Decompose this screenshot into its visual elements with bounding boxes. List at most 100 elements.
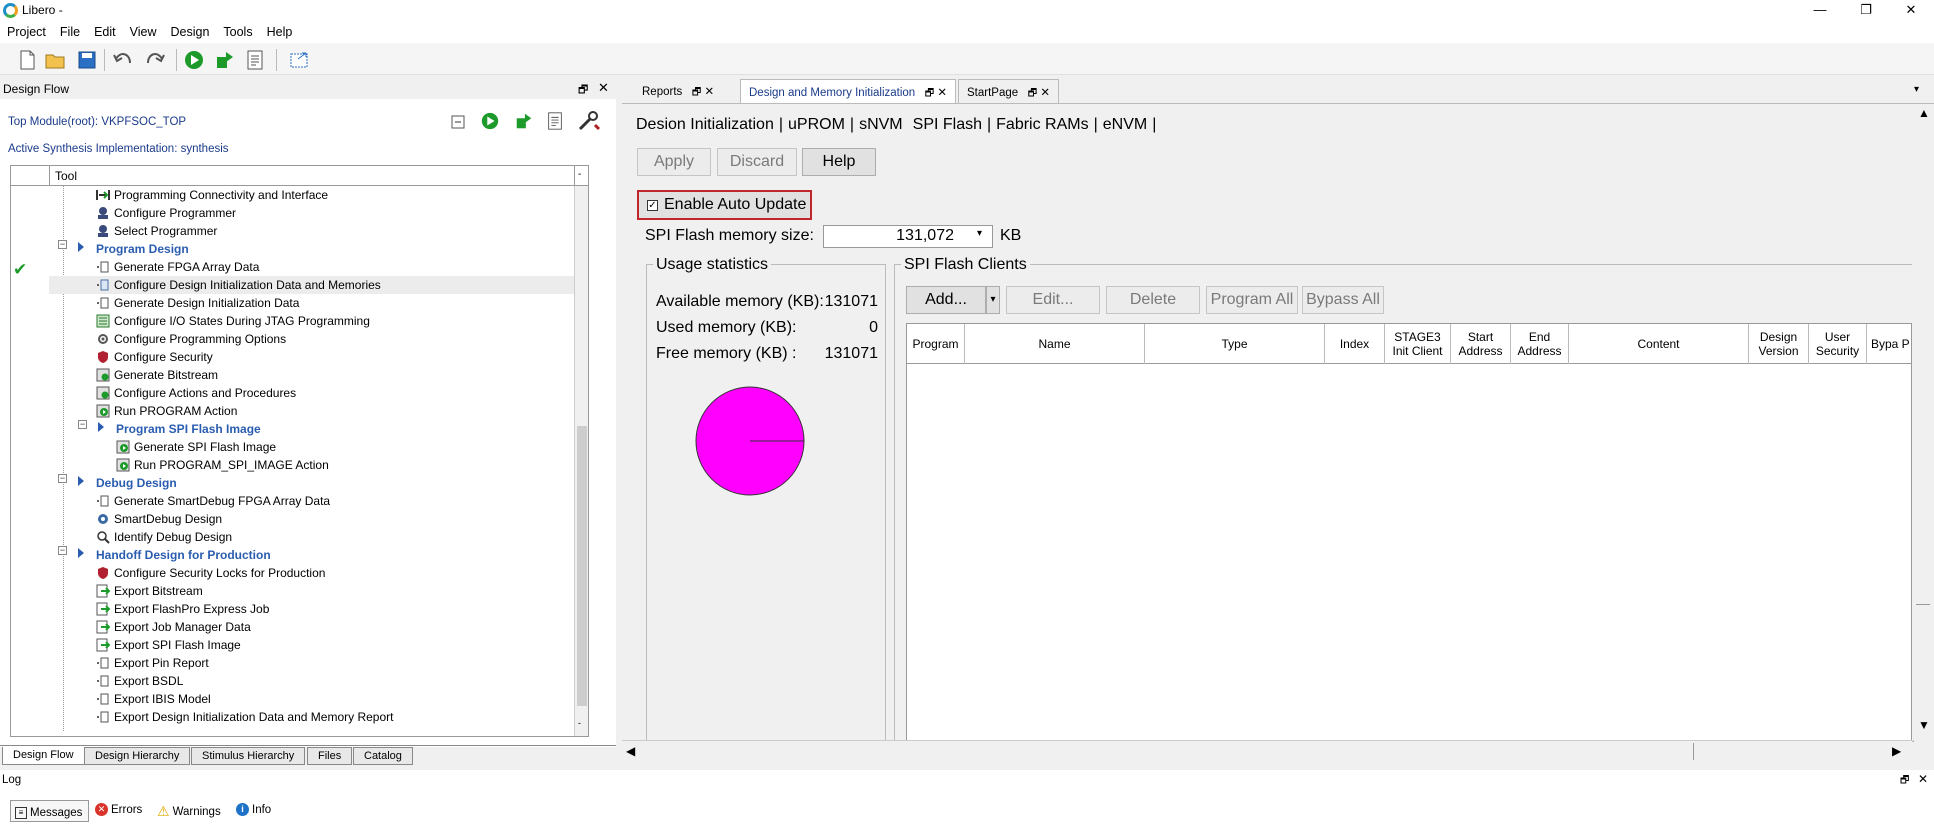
section-envm[interactable]: eNVM bbox=[1103, 116, 1147, 134]
collapse-toggle[interactable]: − bbox=[78, 420, 87, 429]
col-end-address[interactable]: End Address bbox=[1511, 324, 1569, 364]
tree-item[interactable]: Generate SmartDebug FPGA Array Data bbox=[96, 492, 330, 510]
category-debug-design[interactable]: Debug Design bbox=[96, 474, 177, 492]
help-button[interactable]: Help bbox=[802, 148, 876, 176]
menu-view[interactable]: View bbox=[123, 21, 164, 43]
content-vertical-scrollbar[interactable]: ▲ ▼ bbox=[1912, 104, 1934, 740]
close-button[interactable]: ✕ bbox=[1888, 0, 1934, 21]
program-all-button[interactable]: Program All bbox=[1206, 286, 1298, 314]
category-program-design[interactable]: Program Design bbox=[96, 240, 189, 258]
scroll-left-icon[interactable]: ◀ bbox=[626, 744, 635, 758]
section-uprom[interactable]: uPROM bbox=[788, 116, 845, 134]
close-tab-icon[interactable]: ✕ bbox=[1040, 87, 1050, 99]
enable-auto-update-checkbox[interactable]: ✓ Enable Auto Update bbox=[637, 190, 812, 220]
content-horizontal-scrollbar[interactable]: ◀ ▶ bbox=[622, 740, 1912, 762]
spi-size-select[interactable]: 131,072 ▾ bbox=[823, 225, 993, 248]
edit-client-button[interactable]: Edit... bbox=[1006, 286, 1100, 314]
tree-item[interactable]: Export BSDL bbox=[96, 672, 183, 690]
tab-list-menu-icon[interactable]: ▾ bbox=[1914, 84, 1919, 95]
col-type[interactable]: Type bbox=[1145, 324, 1325, 364]
col-name[interactable]: Name bbox=[965, 324, 1145, 364]
tree-item[interactable]: Run PROGRAM Action bbox=[96, 402, 237, 420]
add-dropdown-chevron-icon[interactable]: ▾ bbox=[986, 286, 1000, 314]
run-icon[interactable] bbox=[183, 49, 205, 71]
collapse-all-icon[interactable] bbox=[451, 115, 465, 129]
tab-design-hierarchy[interactable]: Design Hierarchy bbox=[84, 747, 191, 765]
tree-item-selected[interactable]: Configure Design Initialization Data and… bbox=[96, 276, 381, 294]
flow-report-icon[interactable] bbox=[545, 110, 565, 132]
doc-tab-design-memory-init[interactable]: Design and Memory Initialization 🗗 ✕ bbox=[740, 79, 957, 103]
collapse-toggle[interactable]: − bbox=[58, 474, 67, 483]
scroll-down-icon[interactable]: ▼ bbox=[1918, 718, 1930, 732]
report-icon[interactable] bbox=[244, 49, 266, 71]
log-tab-errors[interactable]: ✕ Errors bbox=[95, 803, 142, 816]
section-spi-flash[interactable]: SPI Flash bbox=[913, 116, 982, 134]
float-tab-icon[interactable]: 🗗 bbox=[925, 88, 934, 99]
tree-item[interactable]: Export Job Manager Data bbox=[96, 618, 251, 636]
tree-item[interactable]: Configure I/O States During JTAG Program… bbox=[96, 312, 370, 330]
scroll-up-icon[interactable]: ▲ bbox=[1918, 106, 1930, 120]
menu-design[interactable]: Design bbox=[163, 21, 216, 43]
tree-item[interactable]: Configure Programmer bbox=[96, 204, 236, 222]
tab-files[interactable]: Files bbox=[307, 747, 353, 765]
tree-item[interactable]: Export Bitstream bbox=[96, 582, 203, 600]
tree-item[interactable]: Identify Debug Design bbox=[96, 528, 232, 546]
float-panel-icon[interactable]: 🗗 bbox=[578, 81, 588, 100]
menu-file[interactable]: File bbox=[53, 21, 87, 43]
tree-item[interactable]: Export FlashPro Express Job bbox=[96, 600, 269, 618]
scroll-right-icon[interactable]: ▶ bbox=[1892, 744, 1901, 758]
tree-item[interactable]: SmartDebug Design bbox=[96, 510, 222, 528]
tree-item[interactable]: Generate FPGA Array Data bbox=[96, 258, 259, 276]
close-tab-icon[interactable]: ✕ bbox=[937, 87, 947, 99]
tab-catalog[interactable]: Catalog bbox=[353, 747, 413, 765]
log-tab-messages[interactable]: ≡ Messages bbox=[10, 800, 90, 822]
tree-item[interactable]: Export SPI Flash Image bbox=[96, 636, 241, 654]
menu-edit[interactable]: Edit bbox=[87, 21, 123, 43]
run-flow-icon[interactable] bbox=[480, 111, 500, 131]
delete-client-button[interactable]: Delete bbox=[1106, 286, 1200, 314]
tree-item[interactable]: Generate Design Initialization Data bbox=[96, 294, 299, 312]
menu-project[interactable]: Project bbox=[0, 21, 53, 43]
run-step-icon[interactable] bbox=[214, 49, 236, 71]
col-user-security[interactable]: User Security bbox=[1809, 324, 1867, 364]
float-log-icon[interactable]: 🗗 bbox=[1900, 773, 1909, 790]
close-panel-icon[interactable]: ✕ bbox=[598, 80, 609, 96]
tab-design-flow[interactable]: Design Flow bbox=[2, 747, 85, 765]
menu-tools[interactable]: Tools bbox=[216, 21, 259, 43]
minimize-button[interactable]: — bbox=[1797, 0, 1843, 21]
float-tab-icon[interactable]: 🗗 bbox=[692, 87, 701, 98]
section-snvm[interactable]: sNVM bbox=[859, 116, 903, 134]
menu-help[interactable]: Help bbox=[260, 21, 300, 43]
log-tab-warnings[interactable]: ⚠ Warnings bbox=[157, 803, 221, 820]
doc-tab-startpage[interactable]: StartPage 🗗 ✕ bbox=[958, 79, 1059, 103]
open-folder-icon[interactable] bbox=[44, 49, 66, 71]
col-start-address[interactable]: Start Address bbox=[1451, 324, 1511, 364]
col-design-version[interactable]: Design Version bbox=[1749, 324, 1809, 364]
col-program[interactable]: Program bbox=[907, 324, 965, 364]
tree-item[interactable]: Select Programmer bbox=[96, 222, 217, 240]
add-client-button[interactable]: Add... bbox=[906, 286, 986, 314]
tree-item[interactable]: Configure Programming Options bbox=[96, 330, 286, 348]
tree-item[interactable]: Programming Connectivity and Interface bbox=[96, 186, 328, 204]
run-step-flow-icon[interactable] bbox=[514, 111, 534, 131]
tree-item[interactable]: Configure Security bbox=[96, 348, 213, 366]
tree-item[interactable]: Export Design Initialization Data and Me… bbox=[96, 708, 393, 726]
tool-options-icon[interactable] bbox=[577, 110, 601, 132]
tree-item[interactable]: Generate SPI Flash Image bbox=[116, 438, 276, 456]
col-content[interactable]: Content bbox=[1569, 324, 1749, 364]
section-design-initialization[interactable]: Desion Initialization bbox=[636, 116, 774, 134]
log-tab-info[interactable]: i Info bbox=[236, 803, 271, 816]
tree-item[interactable]: Generate Bitstream bbox=[96, 366, 218, 384]
close-tab-icon[interactable]: ✕ bbox=[704, 86, 714, 98]
col-stage3-init-client[interactable]: STAGE3 Init Client bbox=[1385, 324, 1451, 364]
save-icon[interactable] bbox=[76, 49, 98, 71]
col-index[interactable]: Index bbox=[1325, 324, 1385, 364]
collapse-toggle[interactable]: − bbox=[58, 240, 67, 249]
doc-tab-reports[interactable]: Reports 🗗 ✕ bbox=[634, 79, 722, 103]
tab-stimulus-hierarchy[interactable]: Stimulus Hierarchy bbox=[191, 747, 306, 765]
col-bypass[interactable]: Bypa P bbox=[1867, 324, 1911, 364]
window-layout-icon[interactable] bbox=[288, 49, 310, 71]
tree-item[interactable]: Export Pin Report bbox=[96, 654, 209, 672]
tree-scrollbar[interactable]: - bbox=[574, 186, 588, 736]
category-handoff-design[interactable]: Handoff Design for Production bbox=[96, 546, 271, 564]
